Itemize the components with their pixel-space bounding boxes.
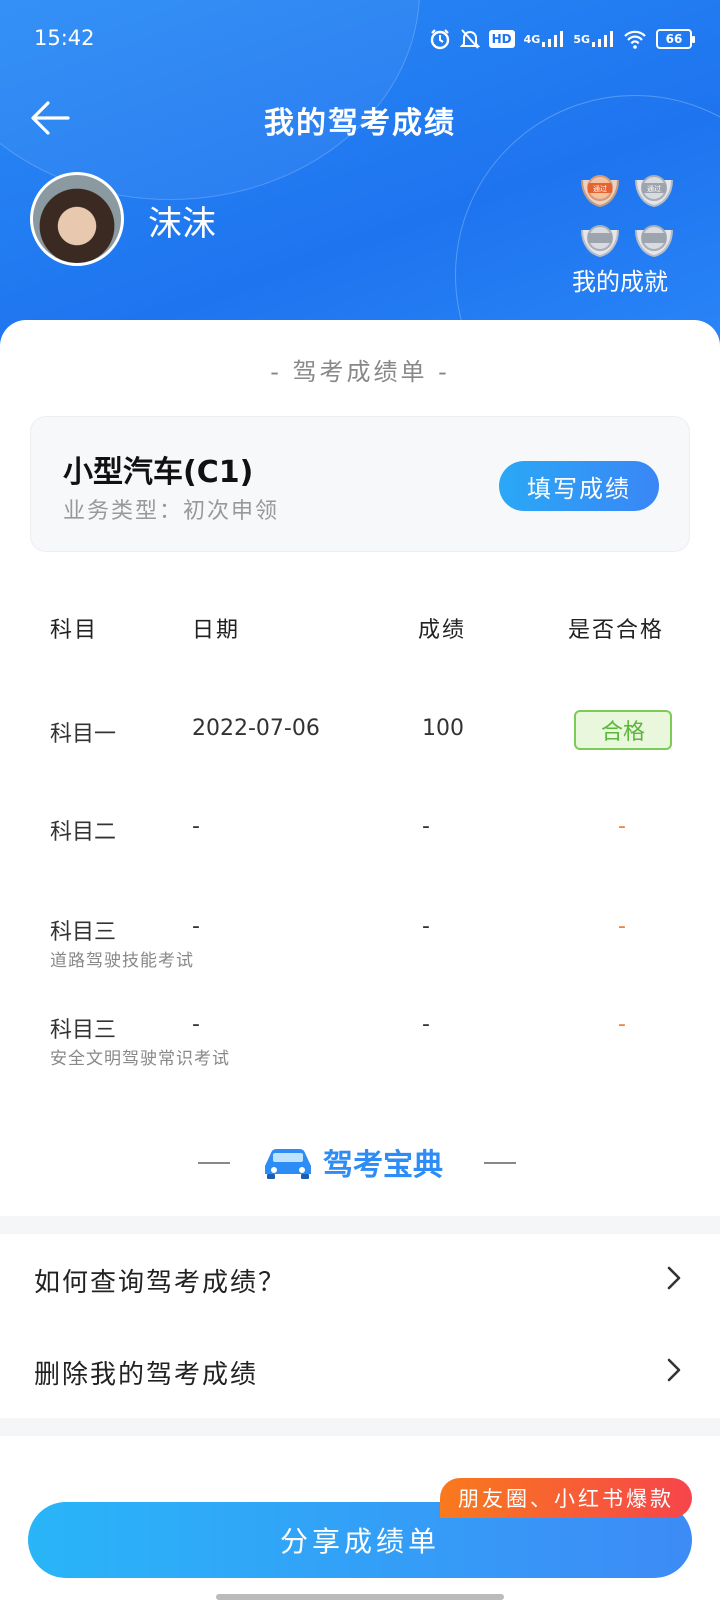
row-date: 2022-07-06 — [192, 716, 320, 741]
chevron-right-icon — [667, 1266, 681, 1290]
row-date: - — [192, 914, 200, 939]
row-subject: 科目二 — [50, 820, 117, 845]
row-score: - — [422, 914, 430, 939]
link-label: 删除我的驾考成绩 — [34, 1360, 259, 1390]
header: 15:42 HD 4G 5G 66 我的驾考成绩 沫沫 通过 通过 我的成就 — [0, 0, 720, 360]
medal-silver-icon — [635, 225, 673, 258]
status-bar: 15:42 HD 4G 5G 66 — [34, 26, 695, 56]
section-divider — [0, 1418, 720, 1436]
row-subject: 科目一 — [50, 722, 117, 747]
brand-logo: 驾考宝典 — [259, 1140, 443, 1184]
column-header-date: 日期 — [192, 618, 241, 643]
hd-icon: HD — [488, 30, 515, 48]
row-subject-detail: 道路驾驶技能考试 — [50, 951, 194, 971]
row-result: - — [618, 1012, 626, 1037]
medal-silver-icon: 通过 — [635, 175, 673, 208]
alarm-icon — [429, 28, 451, 50]
wifi-icon — [623, 28, 647, 50]
link-delete-score[interactable]: 删除我的驾考成绩 — [0, 1326, 720, 1418]
section-divider — [0, 1216, 720, 1234]
row-date: - — [192, 1012, 200, 1037]
row-date: - — [192, 814, 200, 839]
username: 沫沫 — [148, 204, 216, 244]
link-label: 如何查询驾考成绩？ — [34, 1268, 287, 1298]
chevron-right-icon — [667, 1358, 681, 1382]
divider-line — [198, 1162, 230, 1164]
signal-5g-icon: 5G — [573, 28, 614, 50]
home-indicator[interactable] — [216, 1594, 504, 1600]
fill-score-button[interactable]: 填写成绩 — [499, 461, 659, 511]
mute-bell-icon — [459, 28, 480, 50]
page-title: 我的驾考成绩 — [264, 106, 456, 141]
sheet-title: - 驾考成绩单 - — [270, 358, 450, 386]
row-subject-detail: 安全文明驾驶常识考试 — [50, 1049, 230, 1069]
battery-icon: 66 — [656, 29, 695, 49]
license-name: 小型汽车(C1) — [63, 455, 254, 490]
row-score: - — [422, 1012, 430, 1037]
medal-silver-icon — [581, 225, 619, 258]
medal-bronze-icon: 通过 — [581, 175, 619, 208]
status-time: 15:42 — [34, 26, 95, 50]
row-score: 100 — [422, 716, 464, 741]
row-score: - — [422, 814, 430, 839]
achievements-label[interactable]: 我的成就 — [572, 262, 668, 297]
row-result: - — [618, 914, 626, 939]
pass-badge: 合格 — [574, 710, 672, 750]
divider-line — [484, 1162, 516, 1164]
column-header-score: 成绩 — [418, 618, 467, 643]
car-icon — [265, 1149, 311, 1179]
row-subject: 科目三 — [50, 1018, 117, 1043]
column-header-subject: 科目 — [50, 618, 99, 643]
column-header-pass: 是否合格 — [568, 618, 665, 643]
share-promo-badge: 朋友圈、小红书爆款 — [440, 1478, 692, 1518]
row-subject: 科目三 — [50, 920, 117, 945]
svg-text:通过: 通过 — [647, 184, 661, 193]
row-result: - — [618, 814, 626, 839]
link-how-to-query[interactable]: 如何查询驾考成绩？ — [0, 1234, 720, 1326]
signal-4g-icon: 4G — [524, 28, 565, 50]
avatar[interactable] — [30, 172, 124, 266]
license-panel: 小型汽车(C1) 业务类型：初次申领 填写成绩 — [30, 416, 690, 552]
brand-name: 驾考宝典 — [323, 1148, 443, 1183]
business-type: 业务类型：初次申领 — [63, 499, 280, 524]
svg-text:通过: 通过 — [593, 184, 607, 193]
